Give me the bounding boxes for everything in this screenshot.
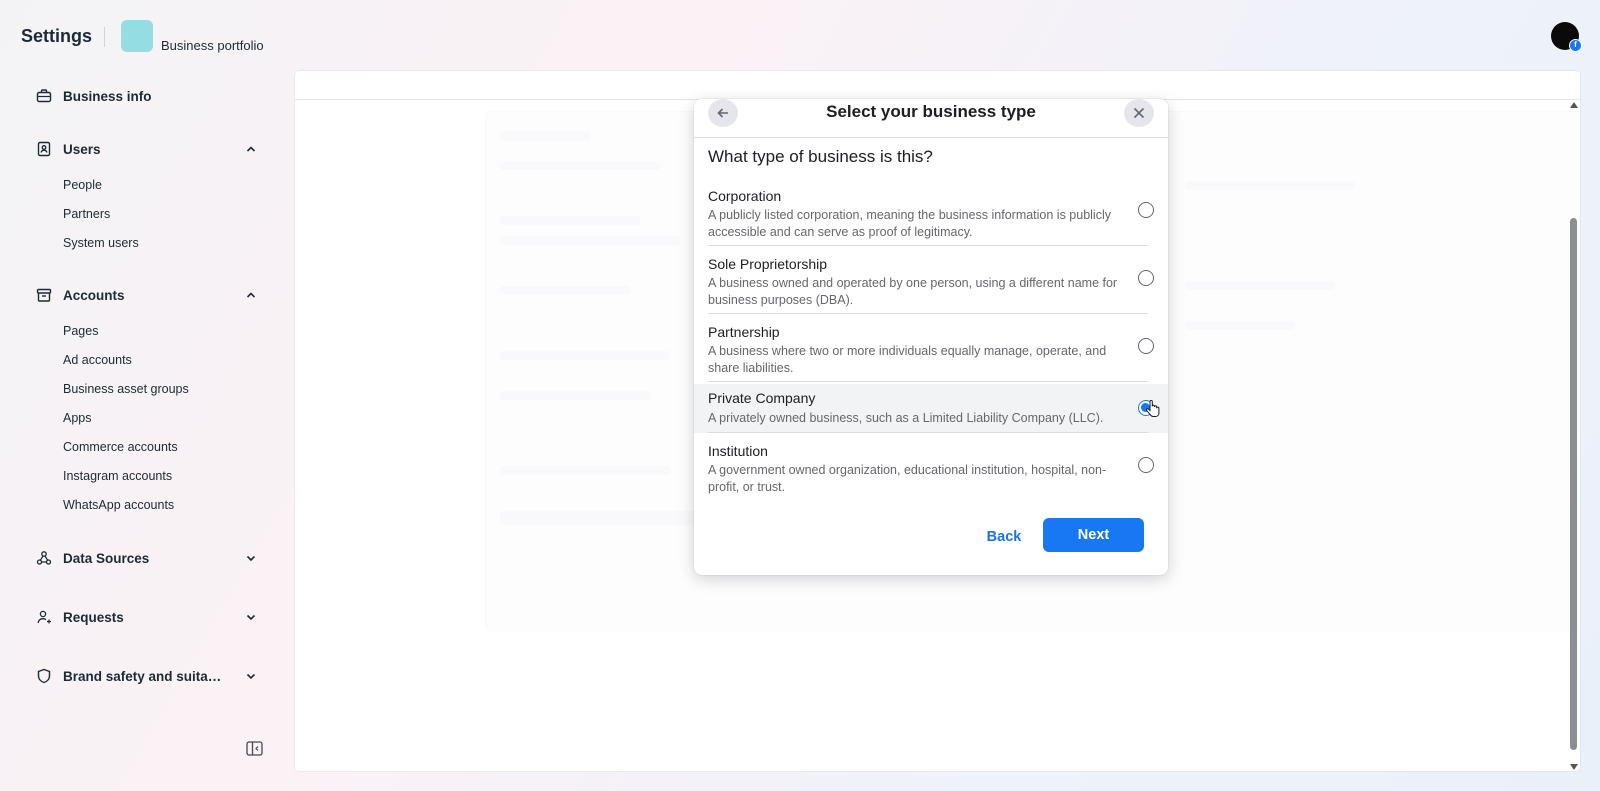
business-type-dialog: Select your business type What type of b…	[694, 99, 1168, 575]
sidebar-section-label: Users	[63, 141, 101, 157]
scroll-down-arrow-icon[interactable]	[1570, 764, 1578, 770]
chevron-up-icon	[244, 142, 258, 156]
option-institution[interactable]: Institution A government owned organizat…	[694, 435, 1168, 501]
facebook-badge-icon: f	[1569, 39, 1582, 52]
sidebar-section-label: Brand safety and suitabi...	[63, 668, 228, 684]
radio-corporation[interactable]	[1138, 202, 1154, 218]
option-private-company[interactable]: Private Company A privately owned busine…	[694, 384, 1168, 433]
option-divider	[708, 432, 1148, 433]
option-title: Sole Proprietorship	[708, 256, 828, 272]
sidebar-section-users[interactable]: Users	[36, 137, 258, 161]
collapse-sidebar-icon[interactable]	[246, 741, 263, 756]
shield-icon	[36, 668, 52, 684]
option-title: Corporation	[708, 188, 782, 204]
avatar[interactable]: f	[1551, 22, 1582, 52]
sidebar-item-partners[interactable]: Partners	[63, 207, 110, 221]
archive-icon	[36, 287, 52, 303]
scrollbar-thumb[interactable]	[1570, 218, 1577, 750]
chevron-down-icon	[244, 551, 258, 565]
option-description: A privately owned business, such as a Li…	[708, 411, 1104, 425]
portfolio-label[interactable]: Business portfolio	[161, 38, 264, 53]
chevron-up-icon	[244, 288, 258, 302]
radio-sole-proprietorship[interactable]	[1138, 270, 1154, 286]
header-divider	[104, 27, 105, 47]
option-sole-proprietorship[interactable]: Sole Proprietorship A business owned and…	[694, 248, 1168, 314]
sidebar-item-whatsapp-accounts[interactable]: WhatsApp accounts	[63, 498, 174, 512]
option-partnership[interactable]: Partnership A business where two or more…	[694, 316, 1168, 382]
sidebar-section-accounts[interactable]: Accounts	[36, 283, 258, 307]
sidebar-item-commerce-accounts[interactable]: Commerce accounts	[63, 440, 178, 454]
hand-cursor-icon	[1146, 400, 1160, 417]
option-description: A publicly listed corporation, meaning t…	[708, 208, 1111, 239]
sidebar-section-label: Data Sources	[63, 550, 150, 566]
option-title: Partnership	[708, 324, 780, 340]
dialog-title: Select your business type	[826, 102, 1036, 121]
sidebar-item-pages[interactable]: Pages	[63, 324, 98, 338]
sidebar-item-label: Business info	[63, 88, 152, 104]
sidebar-item-ad-accounts[interactable]: Ad accounts	[63, 353, 132, 367]
sidebar-section-brand-safety[interactable]: Brand safety and suitabi...	[36, 664, 258, 688]
radio-institution[interactable]	[1138, 457, 1154, 473]
sidebar-section-requests[interactable]: Requests	[36, 605, 258, 629]
page-title: Settings	[21, 26, 93, 46]
sidebar-item-instagram-accounts[interactable]: Instagram accounts	[63, 469, 172, 483]
sidebar-item-business-info[interactable]: Business info	[36, 84, 258, 108]
radio-partnership[interactable]	[1138, 338, 1154, 354]
portfolio-avatar[interactable]	[121, 20, 153, 52]
next-button[interactable]: Next	[1043, 518, 1144, 552]
data-sources-icon	[36, 550, 52, 566]
sidebar-item-system-users[interactable]: System users	[63, 236, 139, 250]
sidebar-section-label: Requests	[63, 609, 124, 625]
option-description: A business where two or more individuals…	[708, 344, 1107, 375]
person-request-icon	[36, 609, 52, 625]
dialog-question: What type of business is this?	[708, 147, 933, 166]
sidebar-item-people[interactable]: People	[63, 178, 102, 192]
back-button[interactable]: Back	[978, 521, 1030, 553]
back-arrow-icon[interactable]	[708, 99, 738, 127]
sidebar-item-apps[interactable]: Apps	[63, 411, 92, 425]
scrollbar[interactable]	[1567, 100, 1580, 770]
option-title: Institution	[708, 443, 768, 459]
option-title: Private Company	[708, 390, 816, 406]
option-divider	[708, 381, 1148, 382]
top-header: Settings Business portfolio f	[0, 0, 1600, 70]
sidebar-section-data-sources[interactable]: Data Sources	[36, 546, 258, 570]
option-divider	[708, 313, 1148, 314]
dialog-divider	[694, 137, 1168, 138]
user-badge-icon	[36, 141, 52, 157]
option-corporation[interactable]: Corporation A publicly listed corporatio…	[694, 180, 1168, 246]
scroll-up-arrow-icon[interactable]	[1570, 102, 1578, 108]
sidebar-section-label: Accounts	[63, 287, 125, 303]
chevron-down-icon	[244, 610, 258, 624]
briefcase-icon	[36, 88, 52, 104]
close-icon[interactable]	[1124, 99, 1154, 127]
chevron-down-icon	[244, 669, 258, 683]
option-divider	[708, 245, 1148, 246]
option-description: A business owned and operated by one per…	[708, 276, 1118, 307]
sidebar-item-business-asset-groups[interactable]: Business asset groups	[63, 382, 189, 396]
option-description: A government owned organization, educati…	[708, 463, 1107, 494]
